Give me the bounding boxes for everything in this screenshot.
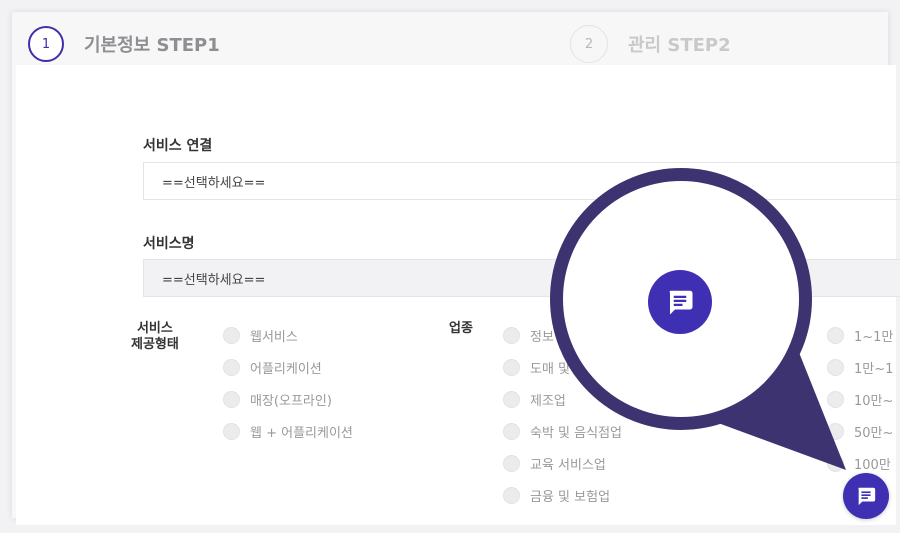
chat-icon [669, 290, 693, 315]
floating-chat-button[interactable] [843, 473, 889, 519]
zoomed-chat-button [648, 270, 712, 334]
chat-icon [858, 487, 876, 506]
